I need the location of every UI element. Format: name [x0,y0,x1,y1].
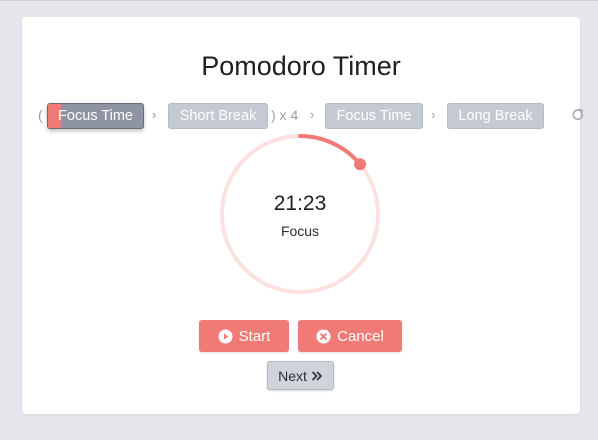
sequence-open-paren: ( [38,107,43,123]
chevron-right-icon: › [310,107,315,122]
phase-label: Focus Time [58,108,133,124]
phase-sequence: ( Focus Time › Short Break ) x 4 › Focus… [22,103,584,129]
phase-label: Short Break [179,108,257,124]
cancel-button[interactable]: Cancel [298,320,402,352]
ring-progress-arc [298,134,363,167]
refresh-icon[interactable] [571,108,585,122]
start-button-label: Start [238,327,271,345]
timer-mode-label: Focus [280,223,320,239]
double-chevron-right-icon [312,371,322,380]
chevron-right-icon: › [431,107,436,122]
ring-progress-handle [354,158,367,171]
phase-label: Focus Time [336,108,412,124]
top-divider [0,0,598,1]
page-title: Pomodoro Timer [201,51,401,81]
cancel-button-label: Cancel [337,327,384,345]
x-circle-icon [316,328,331,344]
phase-long-break[interactable]: Long Break [447,103,544,129]
chevron-right-icon: › [152,107,157,122]
play-circle-icon [218,328,233,344]
next-button[interactable]: Next [267,361,334,390]
phase-focus-time-1[interactable]: Focus Time [47,103,144,129]
next-button-label: Next [278,367,307,384]
phase-label: Long Break [458,108,533,124]
timer-display: 21:23 [273,192,327,215]
phase-short-break[interactable]: Short Break [168,103,268,129]
phase-focus-time-2[interactable]: Focus Time [325,103,423,129]
sequence-repeat-count: ) x 4 [271,107,299,123]
start-button[interactable]: Start [199,320,289,352]
